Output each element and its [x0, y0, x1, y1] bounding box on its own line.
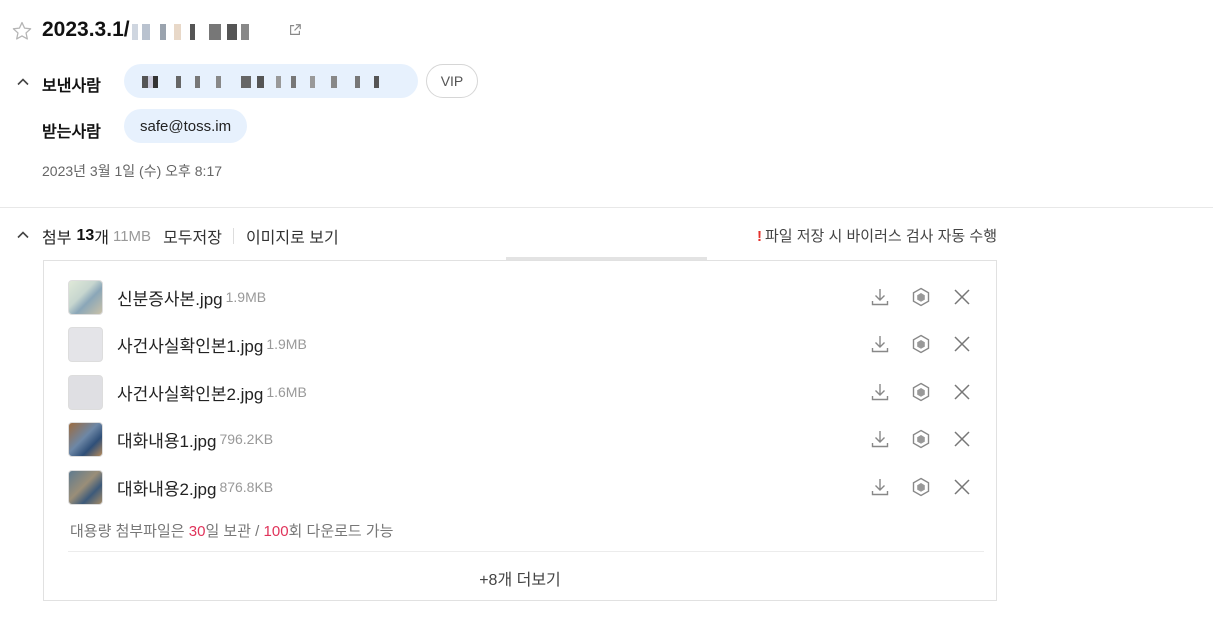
save-all-link[interactable]: 모두저장: [163, 224, 222, 248]
chevron-up-icon[interactable]: [16, 228, 30, 242]
cube-icon[interactable]: [910, 333, 932, 355]
mail-date: 2023년 3월 1일 (수) 오후 8:17: [42, 163, 223, 179]
header-divider: [0, 207, 1213, 208]
close-icon[interactable]: [951, 476, 973, 498]
file-size: 1.9MB: [266, 336, 307, 352]
cube-icon[interactable]: [910, 286, 932, 308]
external-link-icon[interactable]: [288, 23, 302, 37]
large-file-notice: 대용량 첨부파일은 30일 보관 / 100회 다운로드 가능: [70, 520, 393, 541]
file-size: 796.2KB: [219, 431, 274, 447]
sender-label: 보낸사람: [42, 78, 101, 95]
download-icon[interactable]: [869, 428, 891, 450]
recipient-label: 받는사람: [42, 124, 101, 141]
file-name[interactable]: 대화내용2.jpg: [117, 475, 216, 500]
file-size: 876.8KB: [219, 479, 274, 495]
attachment-row[interactable]: 대화내용2.jpg 876.8KB: [68, 469, 973, 505]
cube-icon[interactable]: [910, 381, 932, 403]
virus-scan-text: 파일 저장 시 바이러스 검사 자동 수행: [764, 228, 997, 245]
redacted-subject: [131, 22, 280, 40]
close-icon[interactable]: [951, 286, 973, 308]
chat-screenshot-thumbnail: [68, 469, 103, 505]
attachment-count-unit: 개: [94, 230, 109, 247]
star-icon[interactable]: [11, 20, 33, 42]
id-card-thumbnail: [68, 279, 103, 315]
close-icon[interactable]: [951, 333, 973, 355]
download-icon[interactable]: [869, 286, 891, 308]
warning-icon: !: [756, 228, 762, 245]
cube-icon[interactable]: [910, 428, 932, 450]
notice-days: 30: [188, 523, 206, 540]
file-name[interactable]: 신분증사본.jpg: [117, 285, 223, 310]
cube-icon[interactable]: [910, 476, 932, 498]
attachment-row[interactable]: 사건사실확인본1.jpg 1.9MB: [68, 326, 973, 362]
show-more-button[interactable]: +8개 더보기: [44, 566, 996, 590]
mail-subject: 2023.3.1/: [42, 18, 302, 42]
file-name[interactable]: 대화내용1.jpg: [117, 427, 216, 452]
close-icon[interactable]: [951, 381, 973, 403]
view-images-link[interactable]: 이미지로 보기: [246, 224, 339, 248]
redacted-sender: [142, 75, 398, 88]
attachment-row[interactable]: 신분증사본.jpg 1.9MB: [68, 279, 973, 315]
download-icon[interactable]: [869, 381, 891, 403]
chevron-up-icon[interactable]: [16, 75, 30, 89]
download-icon[interactable]: [869, 333, 891, 355]
notice-suffix: 회 다운로드 가능: [288, 523, 394, 540]
scroll-indicator: [506, 257, 707, 260]
file-size: 1.6MB: [266, 384, 307, 400]
attachment-row[interactable]: 대화내용1.jpg 796.2KB: [68, 421, 973, 457]
virus-scan-notice: ! 파일 저장 시 바이러스 검사 자동 수행: [757, 225, 997, 246]
notice-downloads: 100: [263, 523, 289, 540]
attachment-header: 첨부 13 개 11MB 모두저장 이미지로 보기: [42, 224, 339, 248]
vip-button[interactable]: VIP: [426, 64, 478, 98]
document-thumbnail: [68, 326, 103, 362]
notice-prefix: 대용량 첨부파일은: [70, 523, 189, 540]
separator: [232, 228, 234, 244]
recipient-chip[interactable]: safe@toss.im: [124, 109, 248, 143]
attachment-count: 13: [76, 227, 95, 244]
subject-text: 2023.3.1/: [42, 18, 130, 41]
document-thumbnail: [68, 374, 103, 410]
close-icon[interactable]: [951, 428, 973, 450]
file-size: 1.9MB: [225, 289, 267, 305]
download-icon[interactable]: [869, 476, 891, 498]
file-name[interactable]: 사건사실확인본1.jpg: [117, 332, 263, 357]
chat-screenshot-thumbnail: [68, 421, 103, 457]
attachment-label: 첨부: [42, 230, 72, 247]
file-name[interactable]: 사건사실확인본2.jpg: [117, 380, 263, 405]
notice-mid: 일 보관 /: [205, 523, 264, 540]
list-divider: [68, 551, 984, 552]
attachment-row[interactable]: 사건사실확인본2.jpg 1.6MB: [68, 374, 973, 410]
sender-chip[interactable]: [124, 64, 418, 98]
attachment-total-size: 11MB: [112, 227, 152, 245]
